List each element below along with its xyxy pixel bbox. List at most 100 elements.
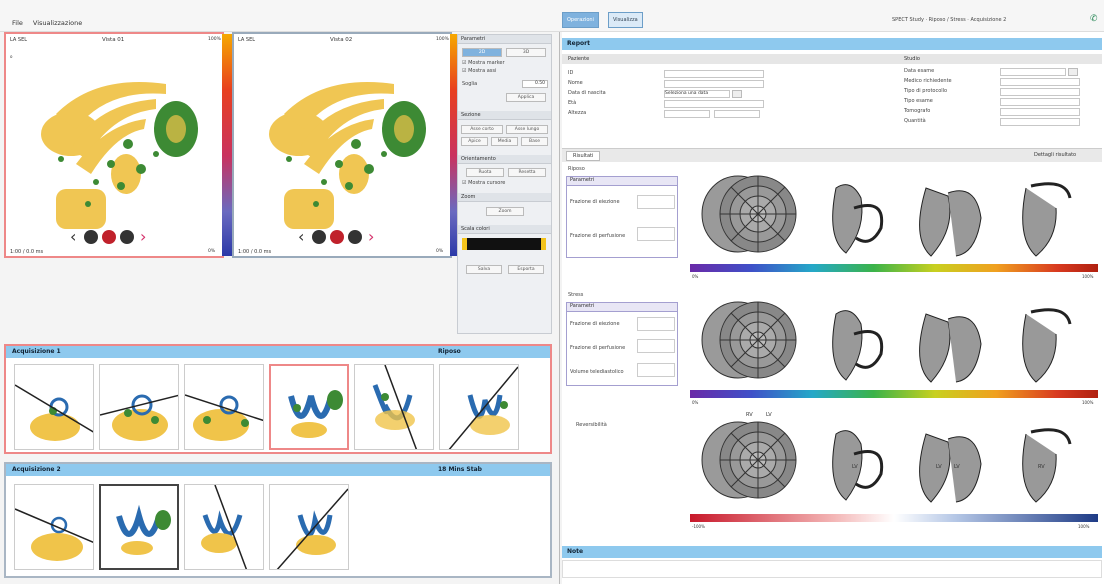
thumbnail[interactable] — [184, 364, 264, 450]
reset-button[interactable]: Resetta — [508, 168, 546, 177]
thumbnail-image — [288, 390, 343, 438]
birthdate-field[interactable]: Seleziona una data — [664, 90, 730, 98]
rest-ef-label: Frazione di eiezione — [570, 199, 620, 205]
scanner-field[interactable] — [1000, 108, 1080, 116]
thumbnail[interactable] — [269, 484, 349, 570]
rewind-icon[interactable] — [84, 230, 98, 244]
rewind-icon[interactable] — [312, 230, 326, 244]
next-frame-button[interactable]: › — [140, 227, 146, 246]
status-text: SPECT Study · Riposo / Stress · Acquisiz… — [892, 17, 1007, 23]
controls-section-params: Parametri — [458, 35, 551, 44]
stress-ef-label: Frazione di eiezione — [570, 321, 620, 327]
thumbnail[interactable] — [14, 484, 94, 570]
form-label: Data di nascita — [568, 90, 606, 96]
protocol-field[interactable] — [1000, 88, 1080, 96]
quantity-field[interactable] — [1000, 118, 1080, 126]
viewer-left[interactable]: LA SEL Vista 01 100% 0% 1:00 / 0.0 ms ‹ … — [4, 32, 224, 258]
form-label: ID — [568, 70, 574, 76]
prev-frame-button[interactable]: ‹ — [298, 227, 304, 246]
export-button[interactable]: Esporta — [508, 265, 544, 274]
viewer-left-pct-top: 100% — [208, 37, 221, 42]
colorscale-preview[interactable] — [462, 238, 546, 250]
stress-edv-value[interactable] — [637, 363, 675, 377]
short-axis-button[interactable]: Asse corto — [461, 125, 503, 134]
forward-icon[interactable] — [120, 230, 134, 244]
thumbnail[interactable] — [184, 484, 264, 570]
form-row: Data esame — [904, 68, 1094, 76]
threshold-input[interactable]: 0.50 — [522, 80, 548, 88]
thumbnail-selected[interactable] — [269, 364, 349, 450]
patient-name-field[interactable] — [664, 80, 764, 88]
apply-button[interactable]: Applica — [506, 93, 546, 102]
diff-scale-min: -100% — [692, 524, 705, 529]
acquisition-2-label: 18 Mins Stab — [438, 466, 482, 473]
thumbnail[interactable] — [439, 364, 519, 450]
menu-file[interactable]: File — [12, 19, 23, 27]
zoom-button[interactable]: Zoom — [486, 207, 524, 216]
heart-scan-image — [41, 82, 198, 229]
next-frame-button[interactable]: › — [368, 227, 374, 246]
thumbnail-image — [448, 366, 518, 449]
rest-polar-map — [701, 175, 797, 253]
rotate-button[interactable]: Ruota — [466, 168, 504, 177]
check-markers[interactable]: ☑ Mostra marker — [462, 60, 505, 66]
age-field[interactable] — [664, 100, 764, 108]
controls-panel: Parametri 2D 3D ☑ Mostra marker ☑ Mostra… — [457, 34, 552, 334]
notes-field[interactable] — [562, 560, 1102, 578]
form-row: Tipo di protocollo — [904, 88, 1094, 96]
acquisition-1-title: Acquisizione 1 — [12, 348, 61, 355]
tab-2d[interactable]: 2D — [462, 48, 502, 57]
stress-pf-label: Frazione di perfusione — [570, 345, 626, 351]
tab-operations[interactable]: Operazioni — [562, 12, 599, 28]
exam-date-field[interactable] — [1000, 68, 1066, 76]
record-icon[interactable] — [330, 230, 344, 244]
forward-icon[interactable] — [348, 230, 362, 244]
weight-field[interactable] — [714, 110, 760, 118]
record-icon[interactable] — [102, 230, 116, 244]
stress-scale-min: 0% — [692, 400, 699, 405]
rest-pf-value[interactable] — [637, 227, 675, 241]
viewer-right-title: Vista 02 — [330, 37, 353, 43]
check-axes[interactable]: ☑ Mostra assi — [462, 68, 496, 74]
tab-results[interactable]: Risultati — [566, 151, 601, 161]
report-form: Paziente Studio ID Nome Data di nascita … — [562, 52, 1102, 150]
height-field[interactable] — [664, 110, 710, 118]
diff-color-scale — [690, 514, 1098, 522]
playback-controls: ‹ › — [298, 227, 398, 246]
stress-ef-value[interactable] — [637, 317, 675, 331]
form-header-bar: Paziente Studio — [562, 54, 1102, 64]
thumbnail-selected[interactable] — [99, 484, 179, 570]
exam-type-field[interactable] — [1000, 98, 1080, 106]
calendar-icon[interactable] — [732, 90, 742, 98]
patient-id-field[interactable] — [664, 70, 764, 78]
right-pane: Report Paziente Studio ID Nome Data di n… — [562, 32, 1104, 584]
thumbnail[interactable] — [354, 364, 434, 450]
acquisition-1-panel: Acquisizione 1 Riposo — [4, 344, 552, 454]
segment-label: LV — [852, 464, 858, 470]
left-pane: LA SEL Vista 01 100% 0% 1:00 / 0.0 ms ‹ … — [0, 32, 560, 584]
mid-button[interactable]: Media — [491, 137, 518, 146]
stress-pf-value[interactable] — [637, 339, 675, 353]
referring-doctor-field[interactable] — [1000, 78, 1080, 86]
calendar-icon[interactable] — [1068, 68, 1078, 76]
diff-section-label: Reversibilità — [576, 422, 607, 428]
thumbnail[interactable] — [99, 364, 179, 450]
check-cursor[interactable]: ☑ Mostra cursore — [462, 180, 505, 186]
save-button[interactable]: Salva — [466, 265, 502, 274]
form-row: Tomografo — [904, 108, 1094, 116]
stress-params-box: Parametri Frazione di eiezione Frazione … — [566, 302, 678, 386]
tab-3d[interactable]: 3D — [506, 48, 546, 57]
tab-view[interactable]: Visualizza — [608, 12, 643, 28]
thumbnail[interactable] — [14, 364, 94, 450]
menu-bar: File Visualizzazione — [12, 19, 82, 27]
viewer-right[interactable]: LA SEL Vista 02 100% 0% 1:00 / 0.0 ms ‹ … — [232, 32, 452, 258]
rest-params-title: Parametri — [567, 177, 677, 186]
rest-ef-value[interactable] — [637, 195, 675, 209]
menu-view[interactable]: Visualizzazione — [33, 19, 82, 27]
long-axis-button[interactable]: Asse lungo — [506, 125, 548, 134]
form-row: Altezza — [568, 110, 768, 118]
prev-frame-button[interactable]: ‹ — [70, 227, 76, 246]
results-details-link[interactable]: Dettagli risultato — [1034, 152, 1076, 158]
apex-button[interactable]: Apice — [461, 137, 488, 146]
base-button[interactable]: Base — [521, 137, 548, 146]
